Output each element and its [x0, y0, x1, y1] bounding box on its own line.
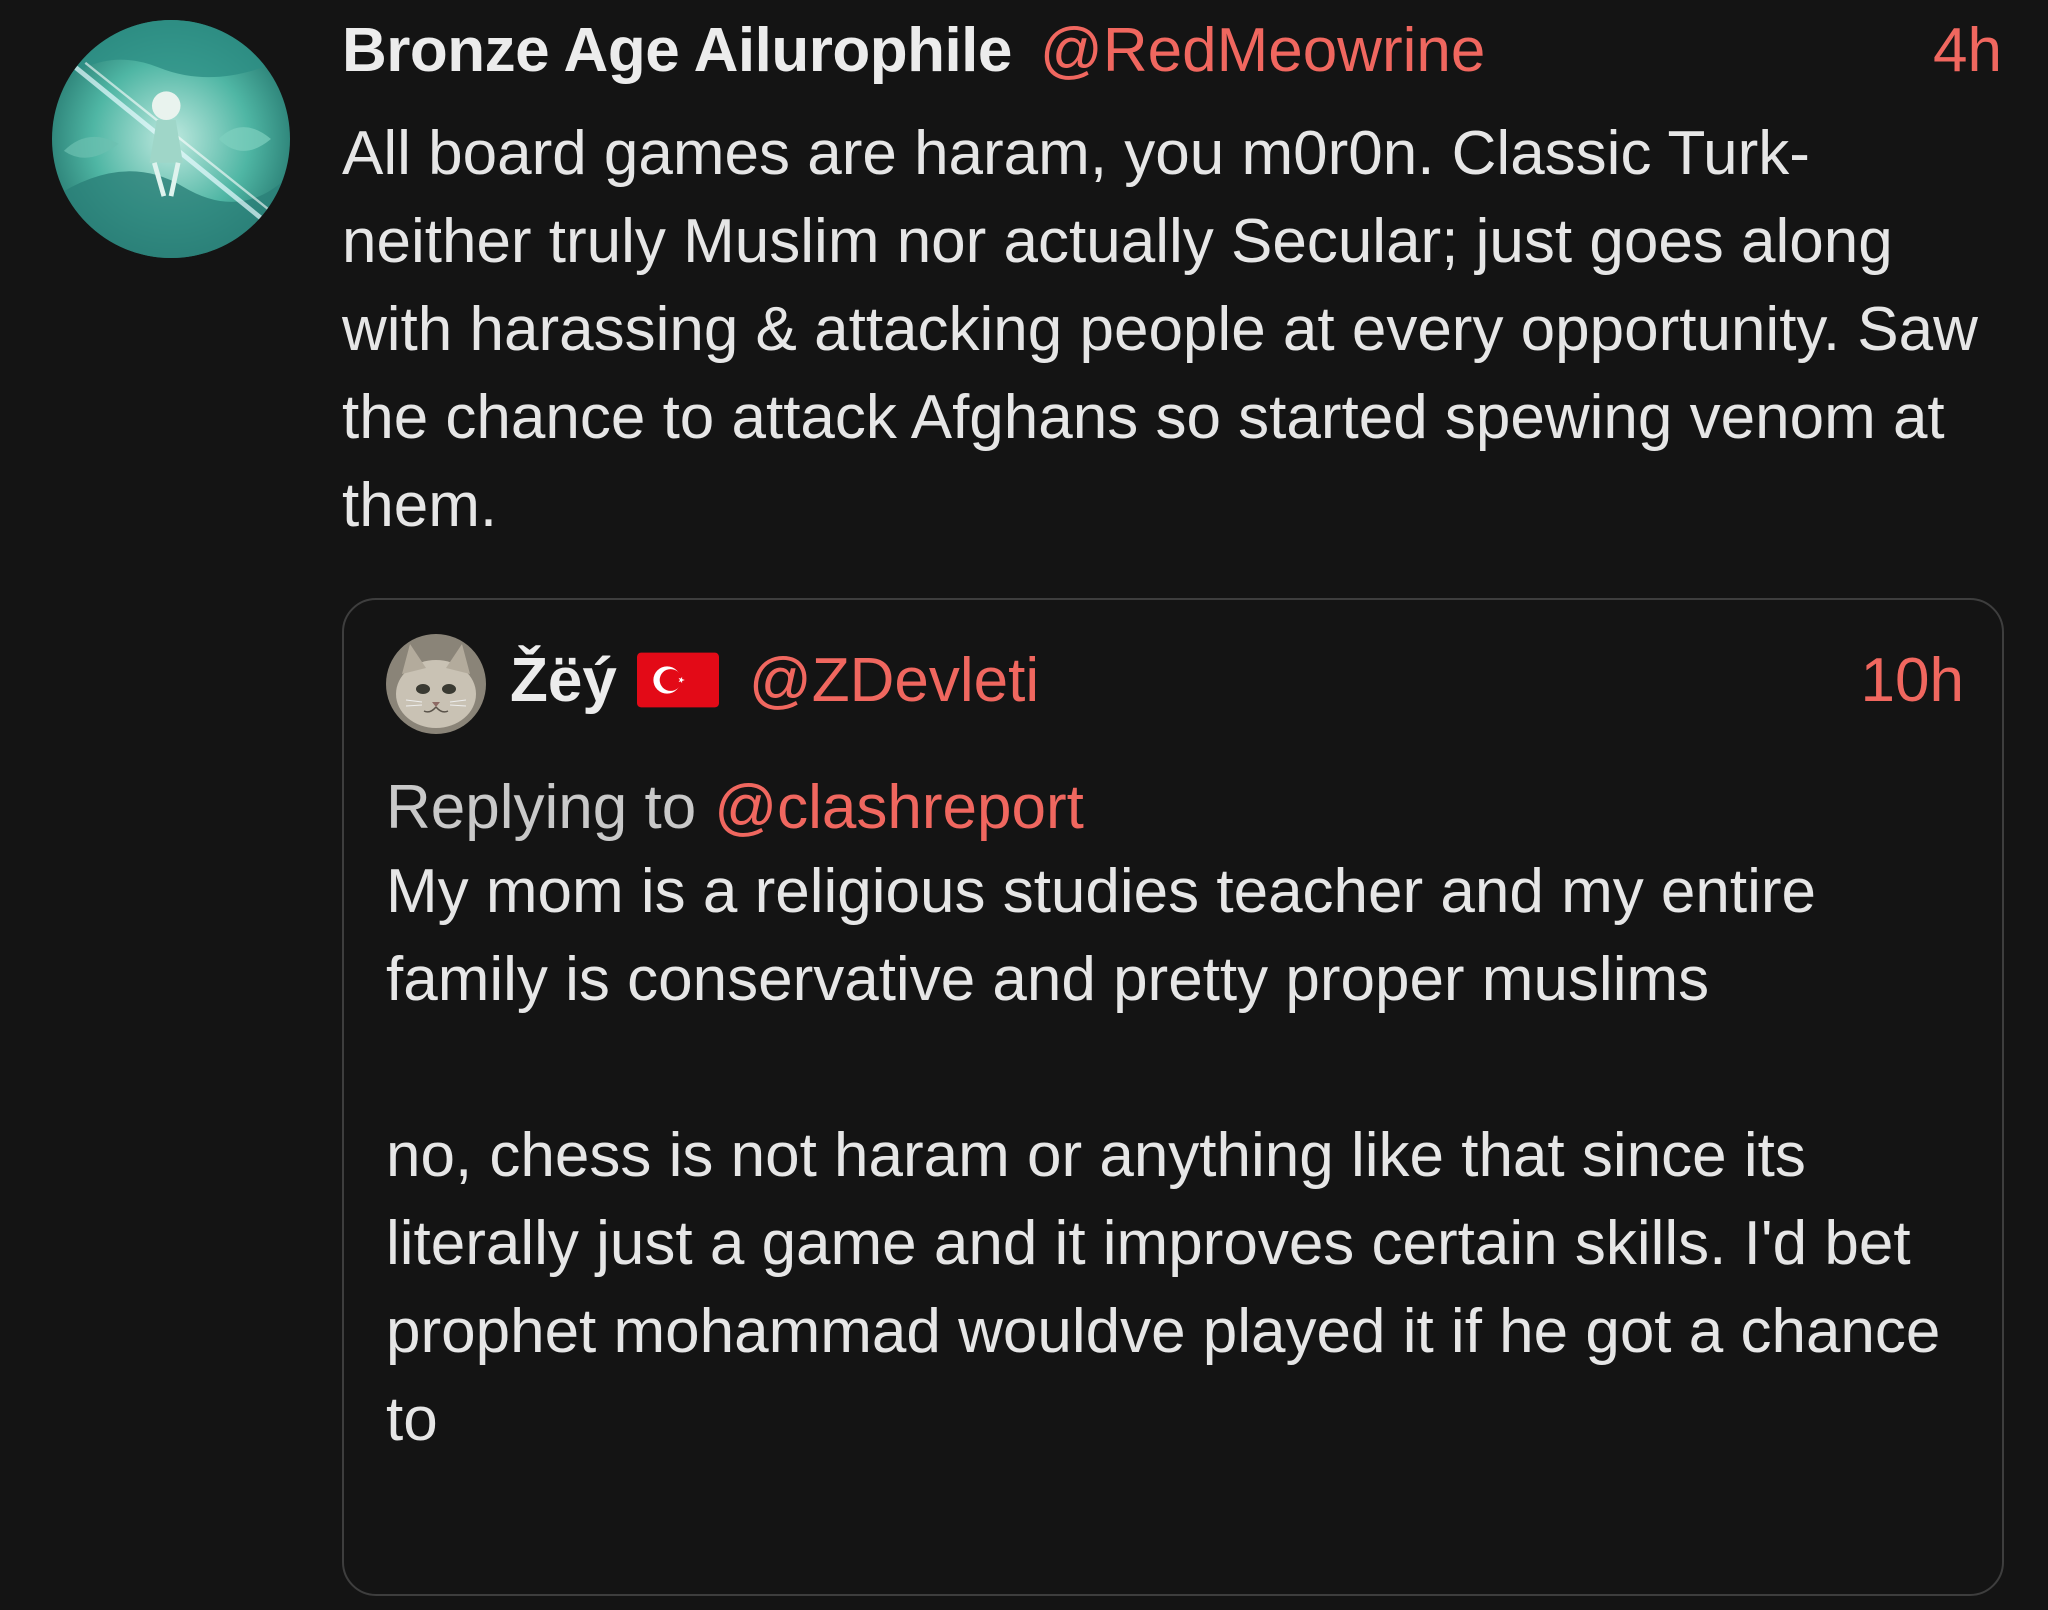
replying-to-line: Replying to @clashreport: [386, 768, 1084, 848]
quoted-author-avatar[interactable]: [386, 634, 486, 734]
replying-to-handle[interactable]: @clashreport: [714, 773, 1084, 842]
author-avatar[interactable]: [52, 20, 290, 258]
post-timestamp[interactable]: 4h: [1933, 16, 2002, 86]
turkey-flag-icon: [636, 652, 719, 708]
quoted-post-timestamp[interactable]: 10h: [1861, 645, 1964, 716]
quoted-paragraph: My mom is a religious studies teacher an…: [386, 857, 1817, 1014]
replying-to-label: Replying to: [386, 773, 697, 842]
anime-character-avatar-icon: [52, 20, 290, 258]
author-display-name[interactable]: Bronze Age Ailurophile: [342, 16, 1012, 86]
quoted-post-text: My mom is a religious studies teacher an…: [386, 848, 1966, 1464]
quoted-paragraph: no, chess is not haram or anything like …: [386, 1121, 1941, 1454]
quoted-post[interactable]: Žëý @ZDevleti 10h Replying to @clashrepor…: [342, 598, 2004, 1596]
post: Bronze Age Ailurophile @RedMeowrine 4h A…: [0, 0, 2048, 1610]
post-text: All board games are haram, you m0r0n. Cl…: [342, 119, 1978, 540]
cat-avatar-icon: [386, 634, 486, 734]
quoted-author-display-name[interactable]: Žëý: [510, 645, 617, 716]
quoted-author-handle[interactable]: @ZDevleti: [749, 645, 1039, 716]
post-header: Bronze Age Ailurophile @RedMeowrine 4h: [342, 16, 2002, 86]
quoted-post-header: Žëý @ZDevleti 10h: [510, 640, 1964, 720]
author-handle[interactable]: @RedMeowrine: [1040, 16, 1485, 86]
